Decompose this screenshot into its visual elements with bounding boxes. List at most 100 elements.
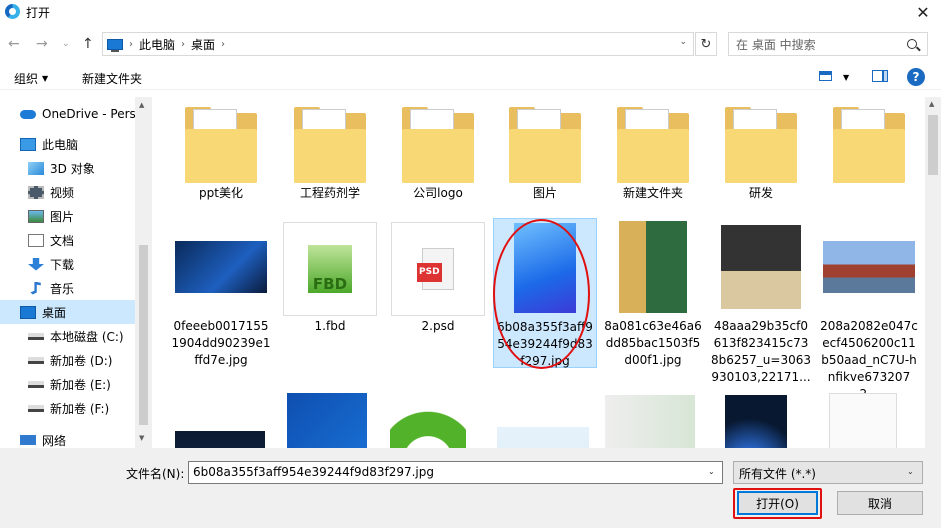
filetype-select[interactable]: 所有文件 (*.*)	[733, 461, 923, 484]
file-name-label: 研发	[748, 186, 773, 200]
sidebar-item[interactable]: 文档	[0, 228, 135, 252]
filename-dropdown-icon[interactable]: ⌄	[708, 467, 715, 476]
view-dropdown-icon[interactable]: ▼	[843, 73, 849, 82]
file-item[interactable]: PSD 2.psd	[386, 218, 490, 337]
recent-locations-chevron-icon[interactable]: ⌄	[62, 39, 70, 49]
sidebar-item-label: 新加卷 (F:)	[50, 401, 110, 416]
content-scroll-up-icon[interactable]: ▲	[929, 100, 934, 108]
folder-item[interactable]: 新建文件夹	[601, 97, 705, 204]
drive-icon	[28, 404, 44, 412]
sidebar-item[interactable]: 网络	[0, 428, 135, 448]
sidebar-item-label: 本地磁盘 (C:)	[50, 329, 124, 344]
sidebar-item-label: 音乐	[50, 281, 75, 296]
search-input[interactable]: 在 桌面 中搜索	[728, 32, 928, 56]
content-scroll-thumb[interactable]	[928, 115, 938, 175]
sidebar-item-label: 视频	[50, 185, 75, 200]
navigation-pane: OneDrive - Perso 此电脑 3D 对象视频图片文档下载音乐桌面本地磁盘…	[0, 97, 153, 448]
sidebar-item[interactable]: 3D 对象	[0, 156, 135, 180]
image-thumbnail[interactable]	[287, 393, 367, 448]
back-arrow-icon[interactable]: ←	[8, 36, 20, 52]
image-thumbnail[interactable]	[725, 395, 787, 448]
sidebar-item-label: 桌面	[42, 305, 67, 320]
network-icon	[20, 435, 36, 445]
file-name-label: 0feeeb00171551904dd90239e1ffd7e.jpg	[171, 319, 271, 367]
file-item[interactable]: 0feeeb00171551904dd90239e1ffd7e.jpg	[169, 218, 273, 371]
command-toolbar: 组织 ▼ 新建文件夹 ▼ ?	[0, 64, 941, 90]
refresh-button[interactable]: ↻	[695, 32, 717, 56]
breadcrumb-separator-icon[interactable]: ›	[129, 39, 133, 50]
sidebar-item[interactable]: 图片	[0, 204, 135, 228]
folder-item[interactable]: ppt美化	[169, 97, 273, 204]
sidebar-item-label: 下载	[50, 257, 75, 272]
file-item[interactable]: 208a2082e047cecf4506200c11b50aad_nC7U-hn…	[817, 218, 921, 405]
breadcrumb-separator-icon[interactable]: ›	[221, 39, 225, 50]
file-name-label: 新建文件夹	[622, 186, 683, 200]
filename-input[interactable]: 6b08a355f3aff954e39244f9d83f297.jpg	[188, 461, 723, 484]
edge-app-icon	[5, 4, 20, 19]
sidebar-item-label: 图片	[50, 209, 75, 224]
desktop-icon	[20, 305, 36, 319]
folder-item[interactable]: 公司logo	[386, 97, 490, 204]
breadcrumb-desktop[interactable]: 桌面	[191, 36, 215, 53]
up-arrow-icon[interactable]: ↑	[82, 36, 94, 52]
file-name-label: 1.fbd	[314, 319, 346, 333]
address-bar[interactable]: › 此电脑 › 桌面 › ⌄	[102, 32, 694, 56]
sidebar-item[interactable]: 新加卷 (F:)	[0, 396, 135, 420]
new-folder-button[interactable]: 新建文件夹	[82, 70, 142, 87]
folder-icon	[509, 107, 581, 183]
folder-icon	[185, 107, 257, 183]
file-item[interactable]: 8a081c63e46a6dd85bac1503f5d00f1.jpg	[601, 218, 705, 371]
filetype-dropdown-icon[interactable]: ⌄	[907, 467, 914, 476]
sidebar-item[interactable]: 音乐	[0, 276, 135, 300]
breadcrumb-this-pc[interactable]: 此电脑	[139, 36, 175, 53]
sidebar-scroll-down-icon[interactable]: ▼	[139, 434, 144, 442]
image-thumbnail[interactable]	[175, 431, 265, 448]
title-bar: 打开 ✕	[0, 0, 941, 24]
organize-button[interactable]: 组织	[14, 70, 38, 87]
address-dropdown-icon[interactable]: ⌄	[679, 37, 687, 47]
sidebar-item[interactable]: 此电脑	[0, 132, 135, 156]
preview-pane-icon[interactable]	[872, 70, 888, 82]
window-title: 打开	[26, 6, 51, 20]
file-name-label: 2.psd	[421, 319, 455, 333]
sidebar-item[interactable]: 本地磁盘 (C:)	[0, 324, 135, 348]
file-item[interactable]: 48aaa29b35cf0613f823415c738b6257_u=30639…	[709, 218, 813, 388]
sidebar-item[interactable]: OneDrive - Perso	[0, 102, 143, 126]
image-thumbnail[interactable]	[829, 393, 897, 448]
forward-arrow-icon[interactable]: →	[36, 36, 48, 52]
music-icon	[30, 281, 41, 295]
search-icon[interactable]	[907, 39, 917, 49]
folder-icon	[725, 107, 797, 183]
sidebar-item-label: 文档	[50, 233, 75, 248]
sidebar-item[interactable]: 桌面	[0, 300, 135, 324]
sidebar-scroll-up-icon[interactable]: ▲	[139, 101, 144, 109]
highlight-box	[733, 488, 822, 519]
folder-icon	[294, 107, 366, 183]
folder-item[interactable]	[817, 97, 921, 187]
view-options-icon[interactable]	[819, 71, 832, 81]
sidebar-item-label: OneDrive - Perso	[42, 107, 144, 121]
image-thumbnail[interactable]	[605, 395, 695, 448]
sidebar-item[interactable]: 视频	[0, 180, 135, 204]
psd-file-icon: PSD	[391, 222, 485, 316]
organize-dropdown-icon[interactable]: ▼	[42, 74, 48, 83]
sidebar-scroll-thumb[interactable]	[139, 245, 148, 425]
folder-item[interactable]: 图片	[493, 97, 597, 204]
file-item[interactable]: FBD 1.fbd	[278, 218, 382, 337]
breadcrumb-separator-icon[interactable]: ›	[181, 39, 185, 50]
sidebar-item-label: 此电脑	[42, 137, 79, 152]
cancel-button[interactable]: 取消	[837, 491, 923, 515]
help-icon[interactable]: ?	[907, 68, 925, 86]
cube-icon	[28, 161, 44, 175]
close-button[interactable]: ✕	[905, 0, 941, 24]
document-icon	[28, 233, 44, 247]
sidebar-item[interactable]: 新加卷 (D:)	[0, 348, 135, 372]
folder-item[interactable]: 工程药剂学	[278, 97, 382, 204]
sidebar-item[interactable]: 新加卷 (E:)	[0, 372, 135, 396]
image-thumbnail[interactable]	[497, 427, 589, 448]
video-icon	[28, 185, 44, 199]
folder-item[interactable]: 研发	[709, 97, 813, 204]
computer-icon	[20, 137, 36, 151]
image-thumbnail[interactable]	[390, 389, 466, 448]
sidebar-item[interactable]: 下载	[0, 252, 135, 276]
